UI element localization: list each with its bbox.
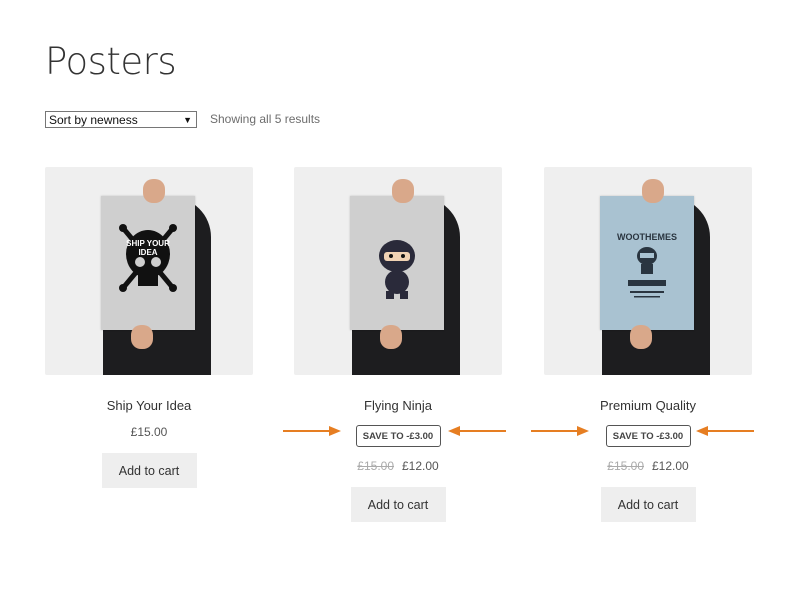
sale-price: £12.00 [652,459,689,473]
sort-selected-value: Sort by newness [49,113,138,127]
add-to-cart-button[interactable]: Add to cart [600,487,696,522]
add-to-cart-button[interactable]: Add to cart [101,453,197,488]
svg-text:WOOTHEMES: WOOTHEMES [617,232,677,242]
sort-select[interactable]: Sort by newness ▼ [45,111,197,128]
hand [143,179,165,203]
product-price: £15.00 [130,425,168,439]
add-to-cart-button[interactable]: Add to cart [350,487,446,522]
skull-poster-art: SHIP YOUR IDEA [119,224,177,292]
sale-badge: SAVE TO -£3.00 [355,425,441,447]
product-price: £15.00 £12.00 [294,459,502,473]
product-price: £15.00 £12.00 [544,459,752,473]
page-title: Posters [45,40,177,83]
hand [380,325,402,349]
result-count: Showing all 5 results [210,112,321,126]
old-price: £15.00 [357,459,394,473]
product-card: SHIP YOUR IDEA Ship Your Idea £15.00 Add… [45,167,253,488]
svg-text:IDEA: IDEA [138,248,157,257]
product-name[interactable]: Premium Quality [544,398,752,413]
poster [350,196,444,330]
hand [392,179,414,203]
product-name[interactable]: Flying Ninja [294,398,502,413]
hand [630,325,652,349]
sale-price: £12.00 [402,459,439,473]
poster: WOOTHEMES [600,196,694,330]
product-card: WOOTHEMES Premium Quality SAVE TO -£3.00… [544,167,752,522]
dropdown-arrow-icon: ▼ [183,115,192,125]
woothemes-poster-art: WOOTHEMES [617,232,677,298]
hand [642,179,664,203]
hand [131,325,153,349]
product-name[interactable]: Ship Your Idea [45,398,253,413]
poster: SHIP YOUR IDEA [101,196,195,330]
svg-text:SHIP YOUR: SHIP YOUR [126,239,170,248]
old-price: £15.00 [607,459,644,473]
product-image[interactable]: SHIP YOUR IDEA [45,167,253,375]
product-card: Flying Ninja SAVE TO -£3.00 £15.00 £12.00… [294,167,502,522]
product-image[interactable] [294,167,502,375]
sale-badge: SAVE TO -£3.00 [605,425,691,447]
ninja-poster-art [379,240,415,299]
product-image[interactable]: WOOTHEMES [544,167,752,375]
